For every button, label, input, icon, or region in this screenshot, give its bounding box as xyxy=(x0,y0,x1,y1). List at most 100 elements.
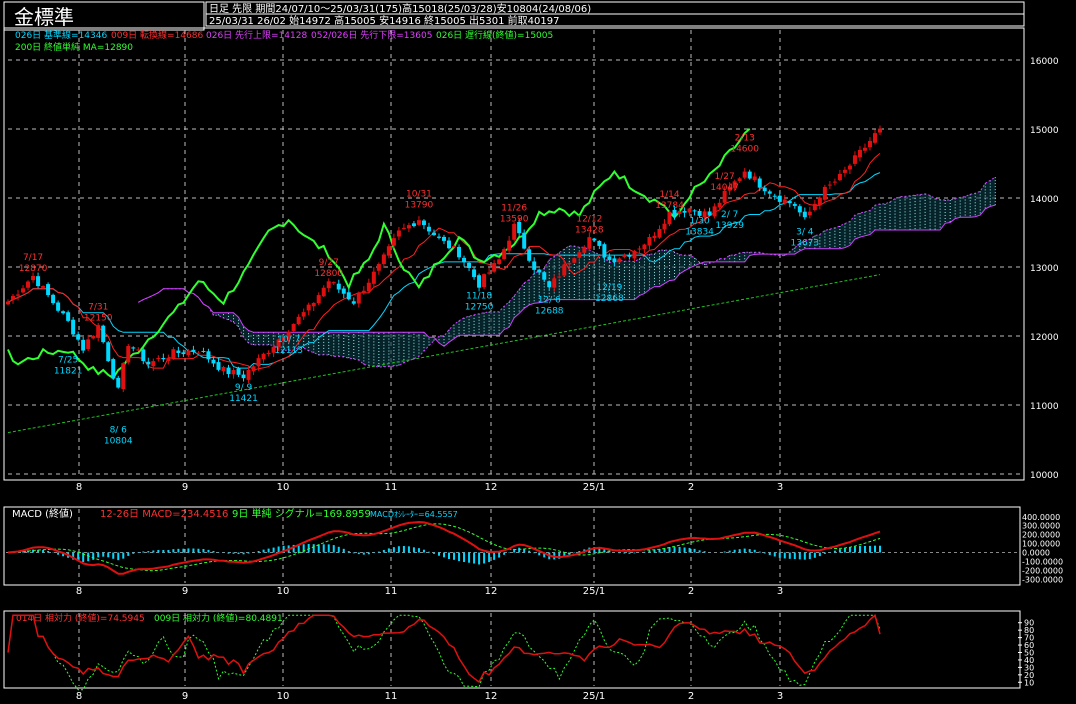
candle-body xyxy=(842,169,847,173)
candle-body xyxy=(687,208,692,213)
annotation-date: 11/18 xyxy=(466,291,492,301)
candle-body xyxy=(101,325,106,343)
annotation-date: 8/ 6 xyxy=(110,426,128,436)
header: 金標準 日足 先限 期間24/07/10〜25/03/31(175)高15018… xyxy=(3,1,1025,31)
candle-body xyxy=(787,201,792,204)
candle-body xyxy=(572,258,577,263)
candle-body xyxy=(66,312,71,321)
macd-month-label: 8 xyxy=(76,586,82,597)
candle-body xyxy=(406,225,411,229)
annotation-value: 14047 xyxy=(710,183,739,193)
candle-body xyxy=(442,236,446,241)
candle-body xyxy=(587,237,592,249)
candle-body xyxy=(742,171,747,178)
candle-body xyxy=(381,254,386,265)
price-tick-label: 11000 xyxy=(1030,402,1059,412)
candle-body xyxy=(126,346,131,363)
month-tick-label: 10 xyxy=(277,482,290,493)
senkou-a-legend: 026日 先行上限=14128 xyxy=(206,29,307,41)
macd-tick-label: 400.0000 xyxy=(1022,513,1060,522)
candle-body xyxy=(26,281,31,288)
annotation-value: 13590 xyxy=(500,214,529,224)
candle-body xyxy=(91,336,96,339)
candle-body xyxy=(71,319,76,335)
candle-body xyxy=(752,176,757,181)
candle-body xyxy=(321,287,326,297)
rsi-plot: 908070605040302010 xyxy=(7,613,1034,691)
candle-body xyxy=(477,275,482,288)
candle-body xyxy=(562,264,567,276)
candle-body xyxy=(46,284,51,296)
rsi9-line xyxy=(7,614,881,691)
candle-body xyxy=(607,256,612,261)
candle-body xyxy=(667,211,672,225)
candle-body xyxy=(421,220,426,226)
candle-body xyxy=(146,361,151,365)
annotation-date: 12/ 6 xyxy=(538,296,561,306)
candle-body xyxy=(547,281,552,288)
candle-body xyxy=(326,281,331,289)
candle-body xyxy=(682,210,687,213)
candle-body xyxy=(356,292,361,304)
candle-body xyxy=(316,295,321,304)
candle-body xyxy=(612,258,617,263)
candle-body xyxy=(462,257,467,263)
candle-body xyxy=(782,199,787,204)
candle-body xyxy=(482,274,487,288)
candle-body xyxy=(411,223,416,227)
candle-body xyxy=(652,235,657,239)
annotation-date: 1/14 xyxy=(659,190,679,200)
candle-body xyxy=(121,363,126,389)
candle-body xyxy=(16,294,21,296)
price-annotations: 7/1712870 7/2511821 7/3112150 8/ 610804 9/ 9… xyxy=(19,134,819,447)
senkou-b-legend: 052/026日 先行下限=13605 xyxy=(311,29,432,41)
candle-body xyxy=(817,197,822,206)
rsi-tick-label: 10 xyxy=(1024,678,1034,687)
candle-body xyxy=(351,301,356,304)
candle-body xyxy=(216,362,221,370)
candle-body xyxy=(472,269,477,277)
macd-tick-label: 200.0000 xyxy=(1022,531,1060,540)
candle-body xyxy=(341,288,346,294)
candle-body xyxy=(346,292,351,300)
candle-body xyxy=(592,238,597,241)
candle-body xyxy=(812,203,817,211)
candle-body xyxy=(301,312,306,317)
macd-month-label: 9 xyxy=(182,586,188,597)
rsi-month-label: 11 xyxy=(385,691,398,702)
candle-body xyxy=(677,211,682,214)
macd-month-label: 2 xyxy=(688,586,694,597)
annotation-date: 7/31 xyxy=(88,303,108,313)
candle-body xyxy=(36,276,41,287)
macd-tick-label: -300.0000 xyxy=(1022,575,1063,584)
price-info: 25/03/31 26/02 始14972 高15005 安14916 終150… xyxy=(209,14,560,27)
candle-body xyxy=(772,195,777,197)
macd-tick-label: 100.0000 xyxy=(1022,540,1060,549)
candle-body xyxy=(807,211,812,216)
candle-body xyxy=(76,334,81,340)
candle-body xyxy=(181,352,186,355)
month-tick-label: 2 xyxy=(688,482,694,493)
candle-body xyxy=(141,349,146,361)
macd-month-label: 12 xyxy=(485,586,498,597)
candle-body xyxy=(206,351,211,360)
candle-body xyxy=(231,370,236,375)
candle-body xyxy=(261,353,266,360)
month-tick-label: 9 xyxy=(182,482,188,493)
candle-body xyxy=(657,228,662,238)
macd-tick-label: -200.0000 xyxy=(1022,566,1063,575)
candle-body xyxy=(176,350,181,354)
candle-body xyxy=(867,140,872,148)
candle-body xyxy=(707,211,712,216)
candle-body xyxy=(396,230,401,237)
candle-body xyxy=(106,342,111,362)
candle-body xyxy=(311,302,316,307)
candle-body xyxy=(51,294,56,304)
annotation-value: 12750 xyxy=(465,302,494,312)
candle-body xyxy=(827,184,832,186)
candle-body xyxy=(692,210,697,212)
annotation-value: 13834 xyxy=(685,227,714,237)
macd-month-label: 11 xyxy=(385,586,398,597)
candle-body xyxy=(527,249,532,261)
candle-body xyxy=(767,191,772,194)
